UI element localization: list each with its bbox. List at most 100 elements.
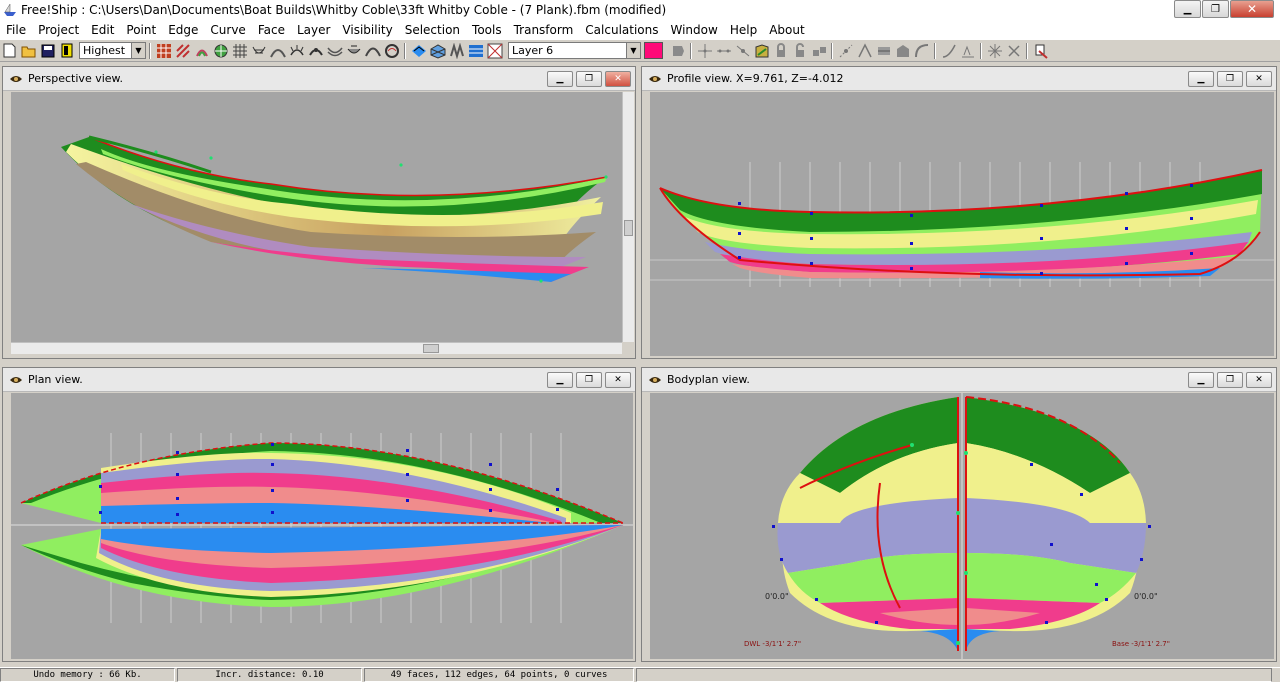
shade-gauss-icon[interactable]: [429, 42, 446, 59]
show-diagonals-icon[interactable]: [269, 42, 286, 59]
precision-select[interactable]: Highest ▼: [79, 42, 146, 59]
pane-close-button[interactable]: ✕: [605, 71, 631, 87]
freeship-app-icon: [3, 3, 17, 17]
status-empty-cell: [636, 668, 1272, 682]
chevron-down-icon: ▼: [626, 43, 640, 58]
scroll-thumb[interactable]: [624, 220, 633, 236]
menu-file[interactable]: File: [0, 23, 32, 37]
menu-window[interactable]: Window: [665, 23, 724, 37]
profile-canvas[interactable]: [650, 92, 1274, 356]
menu-curve[interactable]: Curve: [204, 23, 251, 37]
curve-fair-icon[interactable]: [940, 42, 957, 59]
menu-layer[interactable]: Layer: [291, 23, 336, 37]
curve-check-icon[interactable]: [959, 42, 976, 59]
menu-face[interactable]: Face: [252, 23, 291, 37]
edge-split-icon[interactable]: [837, 42, 854, 59]
profile-hull-render: [650, 162, 1274, 287]
menu-point[interactable]: Point: [120, 23, 162, 37]
show-stations-icon[interactable]: [193, 42, 210, 59]
pane-maximize-button[interactable]: ❐: [576, 372, 602, 388]
point-unlock-all-icon[interactable]: [810, 42, 827, 59]
window-title: Free!Ship : C:\Users\Dan\Documents\Boat …: [21, 3, 667, 17]
edge-extrude-icon[interactable]: [875, 42, 892, 59]
menu-help[interactable]: Help: [724, 23, 763, 37]
base-label: Base -3/1'1' 2.7": [1112, 640, 1170, 648]
pane-maximize-button[interactable]: ❐: [576, 71, 602, 87]
show-curvature-icon[interactable]: [364, 42, 381, 59]
show-grid-icon[interactable]: [231, 42, 248, 59]
increment-distance-status: Incr. distance: 0.10: [177, 668, 362, 682]
pane-minimize-button[interactable]: ▁: [547, 71, 573, 87]
menu-about[interactable]: About: [763, 23, 810, 37]
pane-close-button[interactable]: ✕: [1246, 372, 1272, 388]
perspective-view-pane: Perspective view. ▁ ❐ ✕: [2, 66, 636, 359]
menu-selection[interactable]: Selection: [399, 23, 466, 37]
open-folder-icon[interactable]: [20, 42, 37, 59]
plan-view-pane: Plan view. ▁ ❐ ✕: [2, 367, 636, 662]
show-control-curves-icon[interactable]: [383, 42, 400, 59]
menu-visibility[interactable]: Visibility: [336, 23, 398, 37]
save-icon[interactable]: [39, 42, 56, 59]
edge-crease-icon[interactable]: [856, 42, 873, 59]
menu-project[interactable]: Project: [32, 23, 85, 37]
show-all-layers-icon[interactable]: [486, 42, 503, 59]
curve-new-icon[interactable]: [913, 42, 930, 59]
show-normals-icon[interactable]: [288, 42, 305, 59]
show-markers-icon[interactable]: [307, 42, 324, 59]
point-extrude-icon[interactable]: [753, 42, 770, 59]
vertical-scrollbar[interactable]: [622, 92, 634, 342]
export-icon[interactable]: [58, 42, 75, 59]
shade-zebra-icon[interactable]: [448, 42, 465, 59]
new-file-icon[interactable]: [1, 42, 18, 59]
horizontal-scrollbar[interactable]: [11, 342, 622, 354]
show-hydrostatics-icon[interactable]: [345, 42, 362, 59]
point-align-icon[interactable]: [715, 42, 732, 59]
menu-edit[interactable]: Edit: [85, 23, 120, 37]
model-counts-status: 49 faces, 112 edges, 64 points, 0 curves: [364, 668, 634, 682]
shade-icon[interactable]: [410, 42, 427, 59]
menu-transform[interactable]: Transform: [508, 23, 580, 37]
close-button[interactable]: ✕: [1230, 0, 1274, 18]
point-lock-icon[interactable]: [772, 42, 789, 59]
toolbar-separator: [980, 42, 982, 59]
pane-close-button[interactable]: ✕: [605, 372, 631, 388]
pane-minimize-button[interactable]: ▁: [1188, 71, 1214, 87]
scroll-thumb[interactable]: [423, 344, 439, 353]
select-all-icon[interactable]: [986, 42, 1003, 59]
point-add-icon[interactable]: [696, 42, 713, 59]
bodyplan-canvas[interactable]: 0'0.0" 0'0.0" DWL -3/1'1' 2.7" Base -3/1…: [650, 393, 1274, 659]
plan-hull-render: [11, 433, 633, 623]
toolbar-separator: [149, 42, 151, 59]
point-collapse-icon[interactable]: [734, 42, 751, 59]
pane-close-button[interactable]: ✕: [1246, 71, 1272, 87]
layer-color-swatch[interactable]: [644, 42, 663, 59]
plan-view-header: Plan view. ▁ ❐ ✕: [3, 368, 635, 392]
show-interior-edges-icon[interactable]: [174, 42, 191, 59]
layer-properties-icon[interactable]: [669, 42, 686, 59]
minimize-button[interactable]: ▁: [1174, 0, 1201, 18]
pane-maximize-button[interactable]: ❐: [1217, 71, 1243, 87]
view-eye-icon: [9, 73, 23, 85]
show-flowlines-icon[interactable]: [326, 42, 343, 59]
pane-minimize-button[interactable]: ▁: [547, 372, 573, 388]
face-new-icon[interactable]: [894, 42, 911, 59]
remove-selected-icon[interactable]: [1032, 42, 1049, 59]
perspective-view-title: Perspective view.: [28, 72, 124, 85]
plan-canvas[interactable]: [11, 393, 633, 659]
develop-plates-icon[interactable]: [467, 42, 484, 59]
menu-tools[interactable]: Tools: [466, 23, 508, 37]
right-dimension-label: 0'0.0": [1134, 592, 1158, 601]
menu-calculations[interactable]: Calculations: [579, 23, 664, 37]
show-waterlines-icon[interactable]: [250, 42, 267, 59]
perspective-canvas[interactable]: [11, 92, 622, 342]
menu-edge[interactable]: Edge: [162, 23, 204, 37]
pane-maximize-button[interactable]: ❐: [1217, 372, 1243, 388]
pane-minimize-button[interactable]: ▁: [1188, 372, 1214, 388]
deselect-icon[interactable]: [1005, 42, 1022, 59]
show-control-net-icon[interactable]: [155, 42, 172, 59]
point-unlock-icon[interactable]: [791, 42, 808, 59]
active-layer-select[interactable]: Layer 6 ▼: [508, 42, 641, 59]
show-buttocks-icon[interactable]: [212, 42, 229, 59]
active-layer-value: Layer 6: [512, 44, 554, 57]
maximize-button[interactable]: ❐: [1202, 0, 1229, 18]
